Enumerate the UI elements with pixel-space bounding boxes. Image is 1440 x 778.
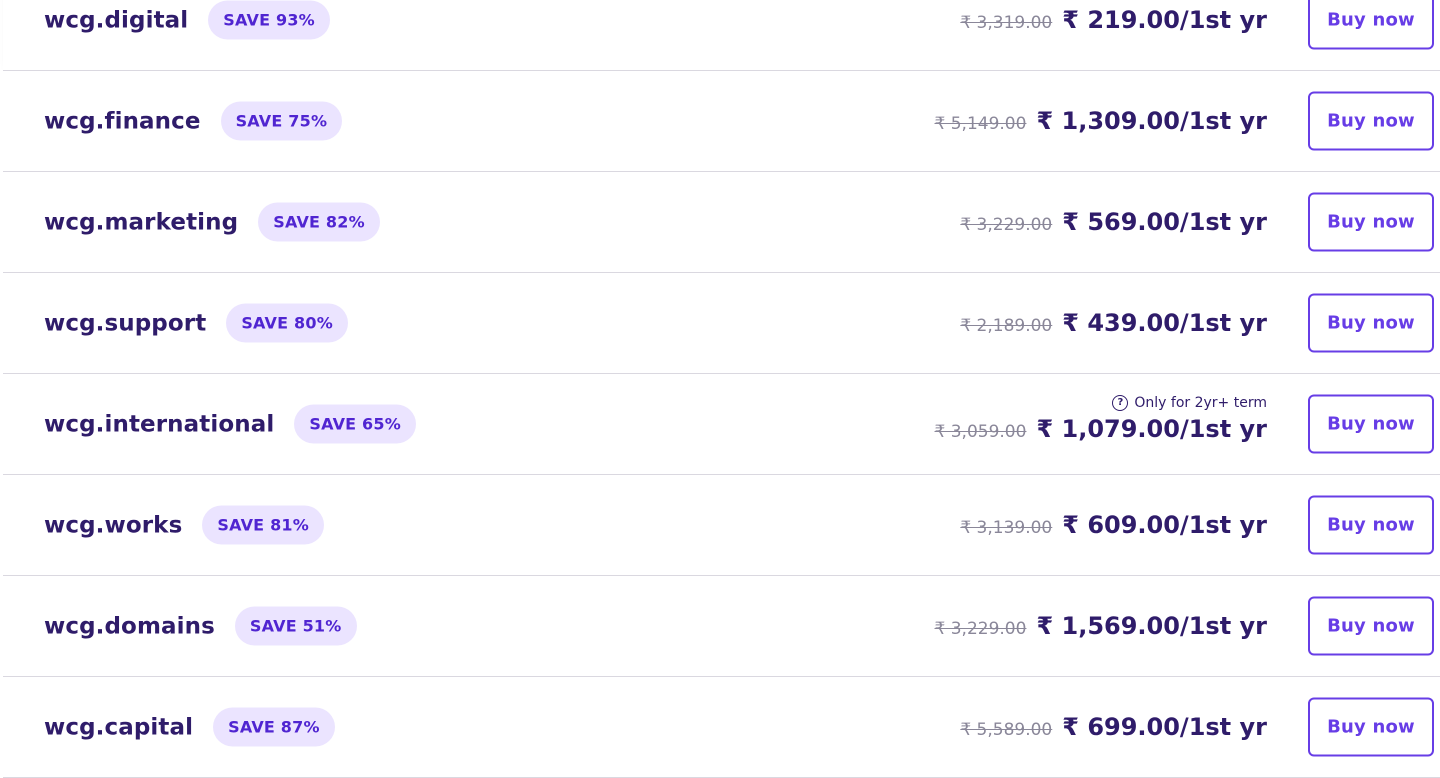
pricing: ₹ 2,189.00 ₹ 439.00/1st yr [960, 309, 1267, 337]
sale-price: ₹ 219.00/1st yr [1062, 6, 1267, 34]
domain-info: wcg.finance SAVE 75% [44, 101, 343, 141]
domain-name: wcg.digital [44, 7, 189, 33]
sale-price: ₹ 699.00/1st yr [1062, 713, 1267, 741]
sale-price: ₹ 1,569.00/1st yr [1036, 612, 1267, 640]
sale-price: ₹ 1,309.00/1st yr [1036, 107, 1267, 135]
sale-price: ₹ 439.00/1st yr [1062, 309, 1267, 337]
discount-badge: SAVE 93% [208, 0, 330, 40]
discount-badge: SAVE 81% [202, 505, 324, 545]
pricing: ₹ 3,229.00 ₹ 1,569.00/1st yr [935, 612, 1267, 640]
domain-name: wcg.support [44, 310, 207, 336]
domain-name: wcg.international [44, 411, 275, 437]
domain-row: wcg.international SAVE 65% ? Only for 2y… [3, 374, 1440, 475]
pricing: ₹ 5,589.00 ₹ 699.00/1st yr [960, 713, 1267, 741]
original-price: ₹ 5,589.00 [960, 720, 1053, 740]
term-note: ? Only for 2yr+ term [935, 395, 1267, 411]
pricing: ₹ 5,149.00 ₹ 1,309.00/1st yr [935, 107, 1267, 135]
pricing: ₹ 3,319.00 ₹ 219.00/1st yr [960, 6, 1267, 34]
domain-name: wcg.domains [44, 613, 215, 639]
original-price: ₹ 3,229.00 [960, 215, 1053, 235]
domain-info: wcg.domains SAVE 51% [44, 606, 357, 646]
pricing: ₹ 3,139.00 ₹ 609.00/1st yr [960, 511, 1267, 539]
original-price: ₹ 3,139.00 [960, 518, 1053, 538]
question-circle-icon[interactable]: ? [1112, 395, 1129, 411]
pricing: ? Only for 2yr+ term ₹ 3,059.00 ₹ 1,079.… [935, 395, 1267, 443]
sale-price: ₹ 609.00/1st yr [1062, 511, 1267, 539]
original-price: ₹ 3,319.00 [960, 13, 1053, 33]
discount-badge: SAVE 87% [213, 707, 335, 747]
domain-info: wcg.marketing SAVE 82% [44, 202, 380, 242]
discount-badge: SAVE 82% [258, 202, 380, 242]
domain-row: wcg.capital SAVE 87% ₹ 5,589.00 ₹ 699.00… [3, 677, 1440, 778]
domain-row: wcg.marketing SAVE 82% ₹ 3,229.00 ₹ 569.… [3, 172, 1440, 273]
buy-now-button[interactable]: Buy now [1308, 91, 1434, 151]
discount-badge: SAVE 80% [226, 303, 348, 343]
domain-row: wcg.support SAVE 80% ₹ 2,189.00 ₹ 439.00… [3, 273, 1440, 374]
original-price: ₹ 5,149.00 [934, 114, 1027, 134]
original-price: ₹ 3,229.00 [934, 619, 1027, 639]
domain-row: wcg.domains SAVE 51% ₹ 3,229.00 ₹ 1,569.… [3, 576, 1440, 677]
domain-row: wcg.works SAVE 81% ₹ 3,139.00 ₹ 609.00/1… [3, 475, 1440, 576]
buy-now-button[interactable]: Buy now [1308, 394, 1434, 454]
discount-badge: SAVE 65% [294, 404, 416, 444]
buy-now-button[interactable]: Buy now [1308, 0, 1434, 50]
domain-name: wcg.finance [44, 108, 201, 134]
discount-badge: SAVE 51% [234, 606, 357, 646]
pricing: ₹ 3,229.00 ₹ 569.00/1st yr [960, 208, 1267, 236]
original-price: ₹ 2,189.00 [960, 316, 1053, 336]
domain-name: wcg.marketing [44, 209, 239, 235]
domain-info: wcg.capital SAVE 87% [44, 707, 335, 747]
domain-row: wcg.digital SAVE 93% ₹ 3,319.00 ₹ 219.00… [3, 0, 1440, 71]
buy-now-button[interactable]: Buy now [1308, 495, 1434, 555]
buy-now-button[interactable]: Buy now [1308, 596, 1434, 656]
domain-info: wcg.international SAVE 65% [44, 404, 416, 444]
sale-price: ₹ 569.00/1st yr [1062, 208, 1267, 236]
buy-now-button[interactable]: Buy now [1308, 293, 1434, 353]
buy-now-button[interactable]: Buy now [1308, 192, 1434, 252]
domain-results-list: wcg.digital SAVE 93% ₹ 3,319.00 ₹ 219.00… [0, 0, 1440, 778]
original-price: ₹ 3,059.00 [934, 422, 1027, 442]
buy-now-button[interactable]: Buy now [1308, 697, 1434, 757]
discount-badge: SAVE 75% [220, 101, 343, 141]
domain-info: wcg.support SAVE 80% [44, 303, 348, 343]
domain-name: wcg.works [44, 512, 183, 538]
domain-info: wcg.digital SAVE 93% [44, 0, 330, 40]
domain-name: wcg.capital [44, 714, 194, 740]
domain-row: wcg.finance SAVE 75% ₹ 5,149.00 ₹ 1,309.… [3, 71, 1440, 172]
term-note-text: Only for 2yr+ term [1134, 395, 1267, 411]
domain-info: wcg.works SAVE 81% [44, 505, 324, 545]
sale-price: ₹ 1,079.00/1st yr [1036, 415, 1267, 443]
